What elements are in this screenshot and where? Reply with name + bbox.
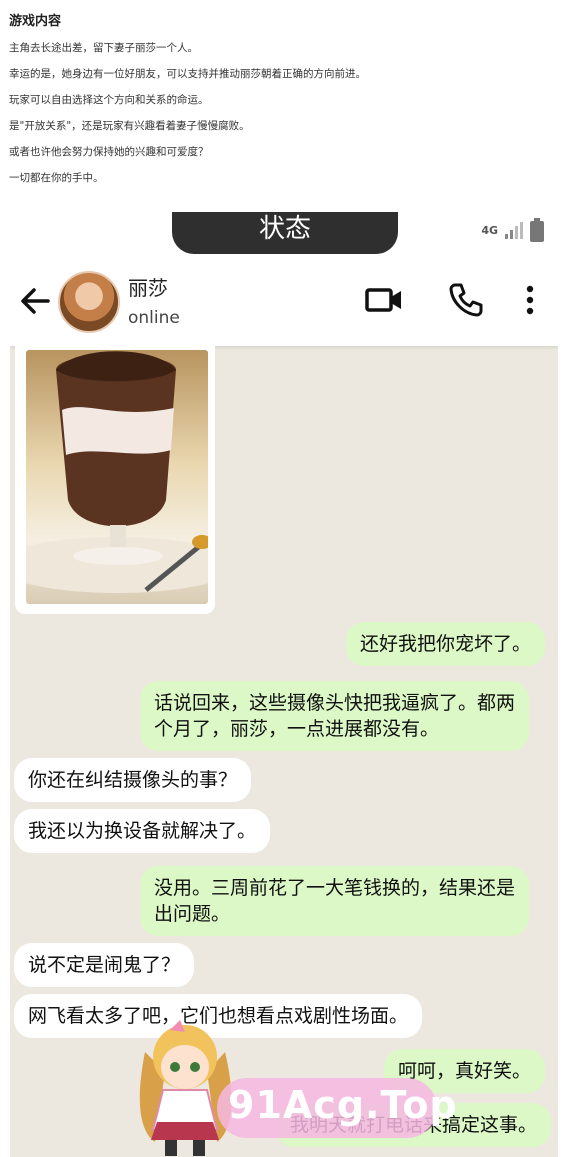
message-sent: 没用。三周前花了一大笔钱换的，结果还是 出问题。 <box>140 866 530 936</box>
intro-line: 或者也许他会努力保持她的兴趣和可爱度？ <box>9 146 209 158</box>
signal-icon <box>505 222 523 239</box>
intro-line: 是"开放关系"，还是玩家有兴趣看着妻子慢慢腐败。 <box>9 120 250 132</box>
contact-name[interactable]: 丽莎 <box>128 272 168 301</box>
back-arrow-icon[interactable] <box>18 284 52 318</box>
avatar[interactable] <box>58 271 120 333</box>
message-received: 说不定是闹鬼了？ <box>14 943 195 987</box>
intro-line: 主角去长途出差，留下妻子丽莎一个人。 <box>9 42 198 54</box>
contact-status: online <box>128 308 180 328</box>
video-call-icon[interactable] <box>364 280 404 320</box>
intro-line: 一切都在你的手中。 <box>9 172 104 184</box>
message-received: 你还在纠结摄像头的事？ <box>14 758 252 802</box>
chat-header: 丽莎 online <box>10 256 558 346</box>
message-received: 我还以为换设备就解决了。 <box>14 809 271 853</box>
network-label: 4G <box>481 223 498 237</box>
dessert-photo <box>26 350 208 604</box>
phone-screenshot: 状态 4G 丽莎 online 还好我把你宠坏了。 话说回来，这些摄像头快把我逼… <box>10 212 558 1157</box>
more-options-icon[interactable] <box>518 280 542 320</box>
status-bar: 状态 4G <box>10 212 558 256</box>
intro-section: 游戏内容 主角去长途出差，留下妻子丽莎一个人。 幸运的是，她身边有一位好朋友，可… <box>9 10 554 198</box>
message-sent: 还好我把你宠坏了。 <box>346 622 546 666</box>
intro-line: 幸运的是，她身边有一位好朋友，可以支持并推动丽莎朝着正确的方向前进。 <box>9 68 366 80</box>
intro-line: 玩家可以自由选择这个方向和关系的命运。 <box>9 94 209 106</box>
dessert-illustration <box>26 351 208 593</box>
intro-title: 游戏内容 <box>9 14 62 29</box>
chat-area: 还好我把你宠坏了。 话说回来，这些摄像头快把我逼疯了。都两 个月了，丽莎，一点进… <box>10 346 558 1157</box>
phone-call-icon[interactable] <box>446 280 486 320</box>
message-sent: 话说回来，这些摄像头快把我逼疯了。都两 个月了，丽莎，一点进展都没有。 <box>140 681 530 751</box>
battery-icon <box>530 218 544 242</box>
status-label: 状态 <box>172 212 398 254</box>
image-message[interactable] <box>15 346 215 614</box>
status-icons: 4G <box>481 218 544 242</box>
watermark-text: 91Acg.Top <box>228 1083 458 1127</box>
